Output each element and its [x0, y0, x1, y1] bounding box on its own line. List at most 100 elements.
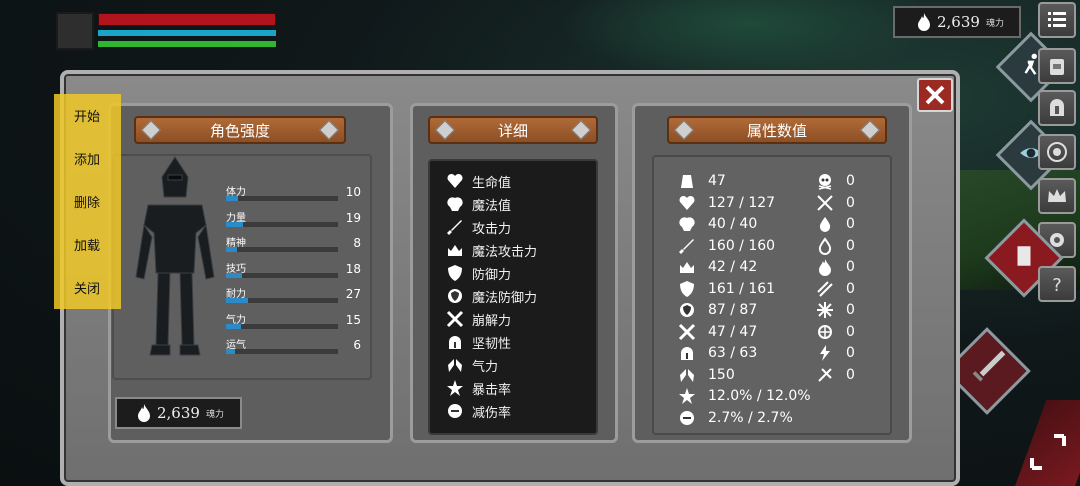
helmet-icon: [678, 344, 696, 362]
weight-icon: [678, 172, 696, 190]
question-icon: ?: [1052, 275, 1062, 296]
attribute-row: 127 / 127: [678, 193, 775, 213]
magic-shield-icon: [446, 287, 464, 305]
crossed-swords-icon: [816, 194, 834, 212]
stamina-bar: [98, 41, 276, 47]
stat-value: 18: [345, 262, 361, 276]
stat-row: 力量 19: [226, 209, 361, 231]
context-menu: 开始 添加 删除 加载 关闭: [54, 94, 121, 309]
detail-label: 坚韧性: [472, 336, 512, 352]
soul-value: 2,639: [937, 13, 980, 31]
detail-row[interactable]: 气力: [446, 354, 498, 376]
stat-bar: [226, 273, 242, 278]
soul-unit: 魂力: [985, 18, 1004, 29]
resistance-value: 0: [846, 323, 855, 340]
flame-icon: [138, 404, 150, 422]
heart-icon: [678, 194, 696, 212]
close-icon: [925, 85, 945, 105]
skull-icon: [816, 172, 834, 190]
helmet-icon: [446, 333, 464, 351]
menu-delete[interactable]: 删除: [54, 182, 121, 220]
lungs-icon: [446, 356, 464, 374]
attribute-row: 47: [678, 171, 726, 191]
reduce-icon: [678, 409, 696, 427]
attribute-row: 150: [678, 365, 735, 385]
detail-row[interactable]: 魔法防御力: [446, 285, 537, 307]
background-glow: [560, 0, 940, 80]
attribute-panel-title: 属性数值: [667, 116, 887, 144]
soul-counter-character: 2,639 魂力: [115, 397, 242, 429]
attribute-row: 40 / 40: [678, 214, 757, 234]
shield-icon: [446, 264, 464, 282]
player-portrait[interactable]: [56, 12, 94, 50]
magic-attack-icon: [678, 258, 696, 276]
close-window-button[interactable]: [917, 78, 953, 112]
crown-button[interactable]: [1038, 178, 1076, 214]
helmet-icon: [1050, 99, 1064, 116]
resistance-row: 0: [816, 300, 855, 320]
resistance-value: 0: [846, 366, 855, 383]
detail-label: 减伤率: [472, 405, 512, 421]
magic-attack-icon: [446, 241, 464, 259]
detail-label: 崩解力: [472, 313, 512, 329]
detail-label: 魔法攻击力: [472, 244, 538, 260]
reduce-icon: [446, 402, 464, 420]
resistance-row: 0: [816, 214, 855, 234]
resistance-row: 0: [816, 322, 855, 342]
menu-list-button[interactable]: [1038, 2, 1076, 38]
detail-label: 魔法值: [472, 198, 512, 214]
detail-row[interactable]: 防御力: [446, 262, 511, 284]
lungs-icon: [678, 366, 696, 384]
skills-button[interactable]: [1038, 134, 1076, 170]
detail-row[interactable]: 魔法值: [446, 193, 511, 215]
attribute-value: 47 / 47: [708, 323, 758, 340]
attribute-value: 63 / 63: [708, 345, 758, 361]
stat-value: 8: [353, 236, 361, 250]
stat-bar: [226, 196, 239, 201]
stat-bar: [226, 222, 243, 227]
detail-row[interactable]: 减伤率: [446, 400, 511, 422]
stat-bar: [226, 247, 238, 252]
menu-close[interactable]: 关闭: [54, 268, 121, 306]
stat-row: 精神 8: [226, 234, 361, 256]
resistance-value: 0: [846, 194, 855, 211]
attribute-value: 160 / 160: [708, 237, 776, 254]
detail-label: 攻击力: [472, 221, 512, 237]
expand-icon[interactable]: [1028, 432, 1068, 472]
detail-row[interactable]: 坚韧性: [446, 331, 511, 353]
stat-row: 运气 6: [226, 336, 361, 358]
detail-row[interactable]: 暴击率: [446, 377, 511, 399]
mp-bar: [98, 30, 276, 36]
inventory-button[interactable]: [1038, 48, 1076, 84]
attribute-row: 47 / 47: [678, 322, 757, 342]
rune-icon: [1047, 142, 1067, 162]
detail-row[interactable]: 攻击力: [446, 216, 511, 238]
menu-add[interactable]: 添加: [54, 139, 121, 177]
detail-label: 防御力: [472, 267, 512, 283]
resistance-row: 0: [816, 171, 855, 191]
backpack-icon: [1050, 59, 1064, 75]
detail-row[interactable]: 生命值: [446, 170, 511, 192]
attribute-value: 40 / 40: [708, 216, 758, 232]
armor-button[interactable]: [1038, 90, 1076, 126]
menu-load[interactable]: 加载: [54, 225, 121, 263]
detail-label: 魔法防御力: [472, 290, 538, 306]
detail-row[interactable]: 魔法攻击力: [446, 239, 537, 261]
resistance-value: 0: [846, 302, 855, 318]
hp-bar: [98, 13, 276, 26]
detail-row[interactable]: 崩解力: [446, 308, 511, 330]
fire-icon: [816, 258, 834, 276]
help-button[interactable]: ?: [1038, 266, 1076, 302]
slash-icon: [816, 280, 834, 298]
detail-panel-title: 详细: [428, 116, 598, 144]
lightning-icon: [816, 344, 834, 362]
resistance-value: 0: [846, 345, 855, 361]
attribute-value: 47: [708, 173, 726, 189]
menu-start[interactable]: 开始: [54, 96, 121, 134]
stat-bar: [226, 298, 249, 303]
stat-value: 15: [345, 313, 361, 327]
stat-row: 气力 15: [226, 311, 361, 333]
sword-icon: [446, 218, 464, 236]
stat-row: 耐力 27: [226, 285, 361, 307]
stat-row: 技巧 18: [226, 260, 361, 282]
